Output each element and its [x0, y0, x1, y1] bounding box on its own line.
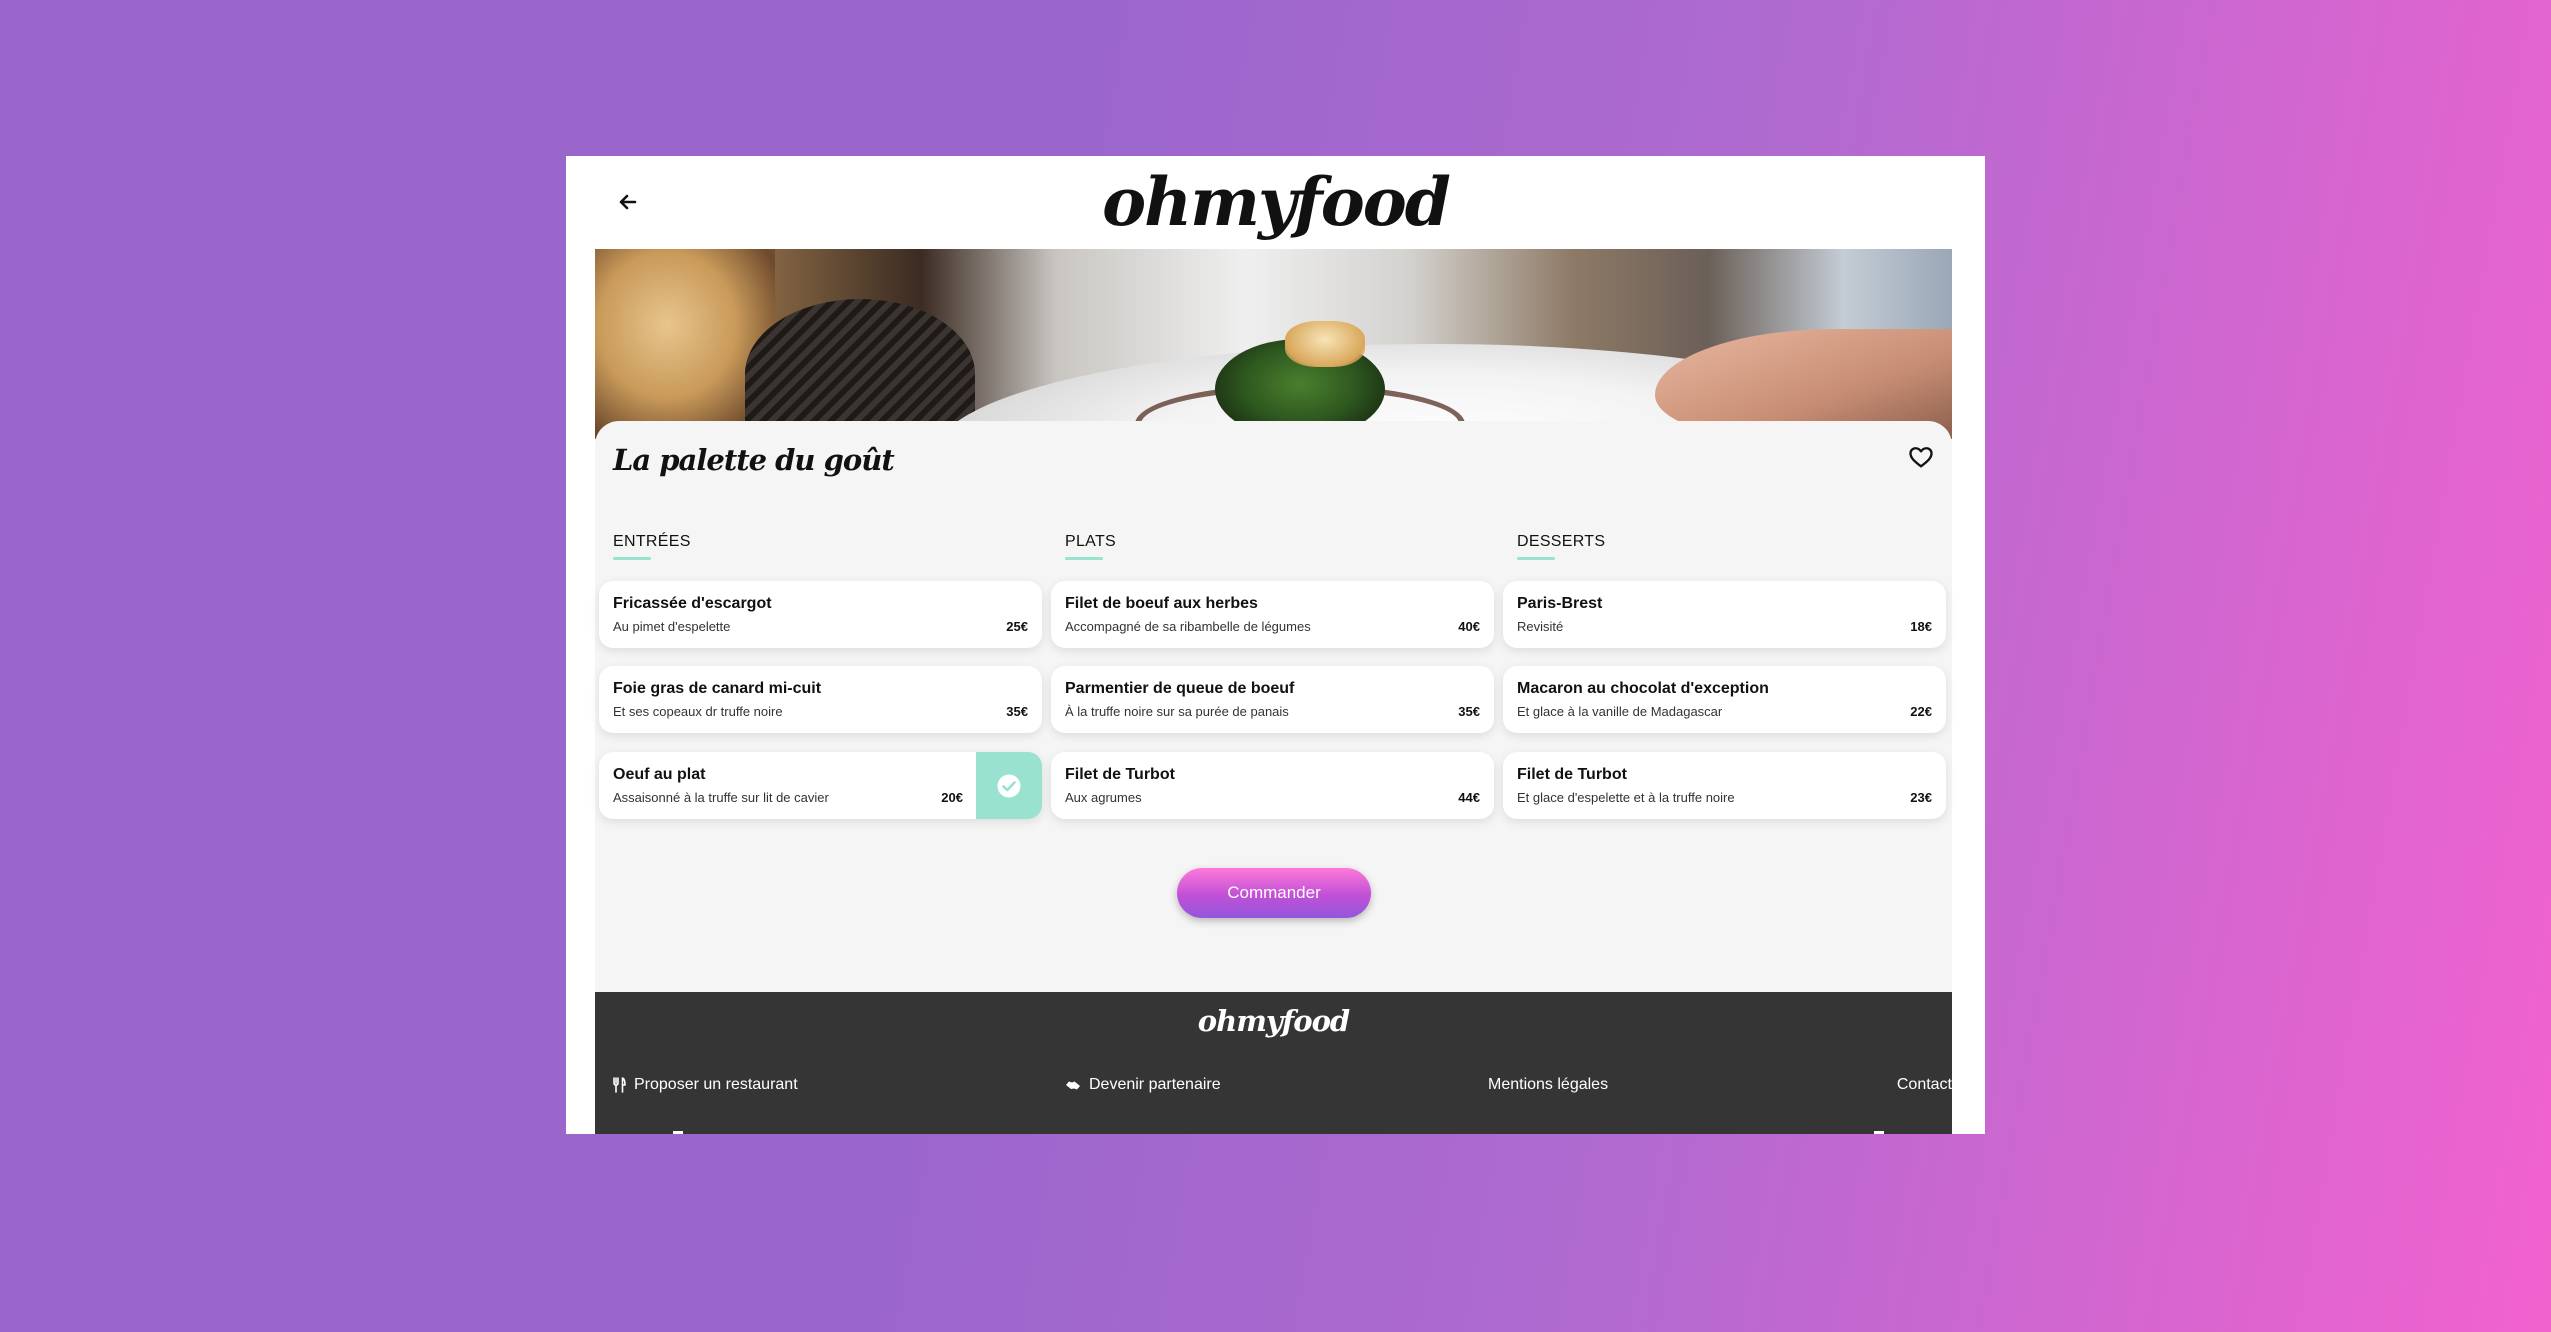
dish-name: Parmentier de queue de boeuf: [1065, 680, 1295, 697]
restaurant-page: La palette du goût ENTRÉES Fricassée d'e…: [595, 249, 1952, 1134]
dish-name: Filet de Turbot: [1065, 766, 1175, 783]
dish-description: Accompagné de sa ribambelle de légumes: [1065, 619, 1311, 634]
footer-link-label: Devenir partenaire: [1089, 1076, 1221, 1093]
heart-outline-icon: [1909, 447, 1933, 468]
dish-price: 23€: [1910, 790, 1932, 805]
dish-card[interactable]: Filet de boeuf aux herbes Accompagné de …: [1051, 581, 1494, 648]
dish-card[interactable]: Filet de Turbot Et glace d'espelette et …: [1503, 752, 1946, 819]
dish-card[interactable]: Filet de Turbot Aux agrumes 44€: [1051, 752, 1494, 819]
column-underline: [1065, 557, 1103, 560]
dish-price: 35€: [1458, 704, 1480, 719]
dish-card[interactable]: Paris-Brest Revisité 18€: [1503, 581, 1946, 648]
dish-name: Paris-Brest: [1517, 595, 1603, 612]
footer-link-propose-restaurant[interactable]: Proposer un restaurant: [613, 1076, 798, 1094]
dish-name: Fricassée d'escargot: [613, 595, 772, 612]
dish-description: Aux agrumes: [1065, 790, 1142, 805]
column-title: DESSERTS: [1517, 533, 1606, 550]
app-window: ohmyfood La palette du goût ENTRÉES Fric…: [566, 156, 1985, 1134]
dish-card[interactable]: Fricassée d'escargot Au pimet d'espelett…: [599, 581, 1042, 648]
dish-price: 44€: [1458, 790, 1480, 805]
dish-price: 22€: [1910, 704, 1932, 719]
column-title: PLATS: [1065, 533, 1116, 550]
footer-link-label: Mentions légales: [1488, 1076, 1609, 1093]
dish-description: À la truffe noire sur sa purée de panais: [1065, 704, 1289, 719]
dish-description: Revisité: [1517, 619, 1564, 634]
footer-divider: [1874, 1131, 1884, 1134]
dish-name: Oeuf au plat: [613, 766, 706, 783]
restaurant-name: La palette du goût: [613, 443, 895, 477]
dish-price: 18€: [1910, 619, 1932, 634]
dish-card[interactable]: Parmentier de queue de boeuf À la truffe…: [1051, 666, 1494, 733]
header: ohmyfood: [566, 156, 1985, 249]
dish-description: Et glace à la vanille de Madagascar: [1517, 704, 1723, 719]
footer-divider: [673, 1131, 683, 1134]
dish-description: Au pimet d'espelette: [613, 619, 731, 634]
column-underline: [1517, 557, 1555, 560]
dish-price: 25€: [1006, 619, 1028, 634]
dish-name: Macaron au chocolat d'exception: [1517, 680, 1769, 697]
dish-name: Filet de Turbot: [1517, 766, 1627, 783]
dish-price: 40€: [1458, 619, 1480, 634]
column-underline: [613, 557, 651, 560]
dish-price: 20€: [941, 790, 963, 805]
dish-name: Filet de boeuf aux herbes: [1065, 595, 1258, 612]
dish-card[interactable]: Macaron au chocolat d'exception Et glace…: [1503, 666, 1946, 733]
footer: ohmyfood Proposer un restaurant Devenir …: [595, 992, 1952, 1134]
column-title: ENTRÉES: [613, 533, 691, 550]
dish-name: Foie gras de canard mi-cuit: [613, 680, 822, 697]
order-button[interactable]: Commander: [1177, 868, 1371, 918]
brand-logo[interactable]: ohmyfood: [566, 160, 1985, 244]
footer-link-label: Contact: [1896, 1076, 1952, 1093]
selected-indicator[interactable]: [976, 752, 1042, 819]
check-circle-icon: [997, 774, 1021, 797]
restaurant-hero-image: [595, 249, 1952, 439]
handshake-icon: [1066, 1081, 1080, 1090]
footer-link-become-partner[interactable]: Devenir partenaire: [1065, 1076, 1221, 1094]
favorite-button[interactable]: [1907, 443, 1935, 471]
footer-link-contact[interactable]: Contact: [1897, 1076, 1952, 1094]
footer-link-legal[interactable]: Mentions légales: [1488, 1076, 1608, 1094]
dish-card[interactable]: Foie gras de canard mi-cuit Et ses copea…: [599, 666, 1042, 733]
dish-description: Et glace d'espelette et à la truffe noir…: [1517, 790, 1735, 805]
utensils-icon: [613, 1077, 626, 1093]
footer-link-label: Proposer un restaurant: [634, 1076, 798, 1093]
footer-brand-logo[interactable]: ohmyfood: [595, 1004, 1952, 1038]
dish-price: 35€: [1006, 704, 1028, 719]
dish-card-selected[interactable]: Oeuf au plat Assaisonné à la truffe sur …: [599, 752, 1042, 819]
dish-description: Assaisonné à la truffe sur lit de cavier: [613, 790, 829, 805]
dish-description: Et ses copeaux dr truffe noire: [613, 704, 783, 719]
